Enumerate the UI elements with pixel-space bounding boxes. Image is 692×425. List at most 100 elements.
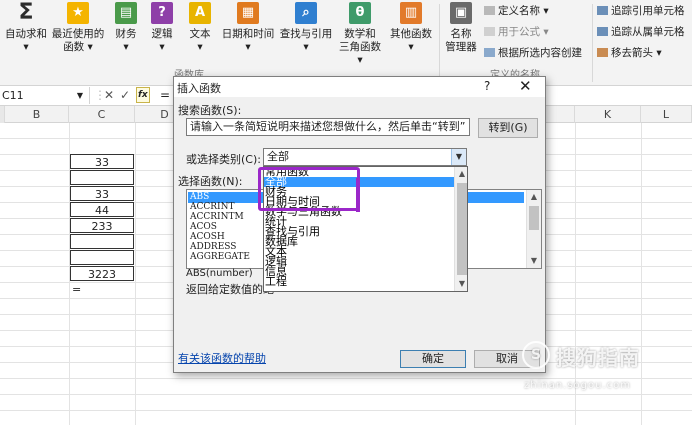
function-list-scrollbar[interactable]: ▲ ▼ (526, 190, 541, 268)
create-from-selection-button[interactable]: 根据所选内容创建 (484, 45, 582, 60)
close-icon[interactable]: ✕ (519, 77, 532, 95)
text-label: 文本 (189, 28, 211, 40)
go-button[interactable]: 转到(G) (478, 118, 538, 138)
formula-icon (484, 27, 495, 36)
search-function-label: 搜索函数(S): (178, 104, 242, 117)
column-header-c[interactable]: C (69, 106, 135, 123)
eraser-icon (597, 48, 608, 57)
cell-c-value[interactable] (70, 250, 134, 265)
enter-check-icon[interactable]: ✓ (120, 88, 130, 102)
math-trig-button[interactable]: θ 数学和 三角函数 ▾ (336, 0, 384, 67)
cell-c-value[interactable]: 3223 (70, 266, 134, 281)
watermark-url: zhinan.sogou.com (524, 380, 632, 391)
cell-c-value[interactable]: 33 (70, 186, 134, 201)
chevron-down-icon[interactable]: ▼ (77, 87, 83, 104)
star-book-icon: ★ (67, 2, 89, 24)
cell-c-value[interactable]: 33 (70, 154, 134, 169)
create-from-selection-label: 根据所选内容创建 (498, 47, 582, 59)
category-option[interactable]: 工程 (264, 276, 454, 287)
function-item[interactable]: ACOSH (190, 232, 225, 242)
financial-sub: ▾ (123, 41, 129, 53)
text-sub: ▾ (197, 41, 203, 53)
cell-c-value[interactable] (70, 170, 134, 185)
scroll-thumb[interactable] (457, 183, 467, 275)
define-name-button[interactable]: 定义名称 ▾ (484, 3, 549, 18)
autosum-button[interactable]: Σ 自动求和 ▾ (3, 0, 49, 54)
scroll-up-icon[interactable]: ▲ (527, 190, 541, 204)
math-book-icon: θ (349, 2, 371, 24)
function-item[interactable]: ACCRINT (190, 202, 234, 212)
logic-book-icon: ? (151, 2, 173, 24)
category-list-scrollbar[interactable]: ▲ ▼ (454, 167, 467, 291)
category-option[interactable]: 信息 (264, 266, 454, 277)
dialog-titlebar[interactable]: 插入函数 ? ✕ (174, 77, 545, 97)
function-item[interactable]: ADDRESS (190, 242, 236, 252)
chevron-down-icon[interactable]: ▼ (451, 149, 466, 165)
search-function-input[interactable]: 请输入一条简短说明来描述您想做什么，然后单击“转到” (186, 118, 470, 136)
more-functions-button[interactable]: ▥ 其他函数 ▾ (388, 0, 434, 54)
active-cell-formula[interactable]: = (72, 282, 92, 297)
financial-label: 财务 (115, 28, 137, 40)
category-value: 全部 (267, 150, 289, 163)
recent-functions-sub: 函数 ▾ (63, 41, 93, 53)
scroll-up-icon[interactable]: ▲ (455, 167, 467, 181)
function-item[interactable]: AGGREGATE (190, 252, 250, 262)
insert-function-icon[interactable]: fx (136, 87, 150, 103)
use-in-formula-label: 用于公式 ▾ (498, 26, 549, 38)
autosum-sub: ▾ (23, 41, 29, 53)
trace-arrow-icon (597, 6, 608, 15)
name-manager-label: 名称 (450, 28, 472, 40)
function-item[interactable]: ACCRINTM (190, 212, 244, 222)
function-item[interactable]: ABS (190, 192, 209, 202)
remove-arrows-button[interactable]: 移去箭头 ▾ (597, 45, 662, 60)
lookup-reference-button[interactable]: ⌕ 查找与引用 ▾ (278, 0, 334, 54)
trace-dependents-button[interactable]: 追踪从属单元格 (597, 24, 685, 39)
category-option[interactable]: 数据库 (264, 236, 454, 247)
remove-arrows-label: 移去箭头 ▾ (611, 47, 662, 59)
name-box[interactable]: C11 ▼ (0, 87, 90, 104)
name-manager-button[interactable]: ▣ 名称 管理器 (442, 0, 480, 54)
column-header-l[interactable]: L (641, 106, 692, 123)
finance-book-icon: ▤ (115, 2, 137, 24)
math-trig-label: 数学和 (344, 28, 376, 40)
help-link[interactable]: 有关该函数的帮助 (178, 350, 266, 366)
name-manager-icon: ▣ (450, 2, 472, 24)
formula-text[interactable]: = (160, 88, 170, 102)
category-select[interactable]: 全部 ▼ (263, 148, 467, 166)
ok-button[interactable]: 确定 (400, 350, 466, 368)
cell-c-value[interactable]: 44 (70, 202, 134, 217)
grid-create-icon (484, 48, 495, 57)
recent-functions-button[interactable]: ★ 最近使用的 函数 ▾ (50, 0, 106, 54)
name-box-value: C11 (2, 89, 24, 102)
cell-c-value[interactable] (70, 234, 134, 249)
financial-button[interactable]: ▤ 财务 ▾ (110, 0, 142, 54)
autosum-label: 自动求和 (5, 28, 47, 40)
grid-line (0, 410, 692, 411)
cell-c-value[interactable]: 233 (70, 218, 134, 233)
help-icon[interactable]: ? (484, 79, 490, 93)
sigma-icon: Σ (18, 0, 34, 25)
use-in-formula-button[interactable]: 用于公式 ▾ (484, 24, 549, 39)
scroll-down-icon[interactable]: ▼ (527, 254, 541, 268)
category-option[interactable]: 逻辑 (264, 256, 454, 267)
name-manager-sub: 管理器 (445, 41, 477, 53)
more-functions-label: 其他函数 (390, 28, 432, 40)
category-option[interactable]: 文本 (264, 246, 454, 257)
function-item[interactable]: ACOS (190, 222, 217, 232)
column-header-b[interactable]: B (5, 106, 69, 123)
column-header-k[interactable]: K (575, 106, 641, 123)
text-button[interactable]: A 文本 ▾ (184, 0, 216, 54)
date-time-sub: ▾ (245, 41, 251, 53)
logical-button[interactable]: ? 逻辑 ▾ (146, 0, 178, 54)
date-time-button[interactable]: ▦ 日期和时间 ▾ (220, 0, 276, 54)
trace-precedents-button[interactable]: 追踪引用单元格 (597, 3, 685, 18)
lookup-book-icon: ⌕ (295, 2, 317, 24)
trace-dependents-icon (597, 27, 608, 36)
ribbon: Σ 自动求和 ▾ ★ 最近使用的 函数 ▾ ▤ 财务 ▾ ? 逻辑 ▾ A 文本… (0, 0, 692, 86)
scroll-thumb[interactable] (529, 206, 539, 230)
annotation-highlight-edge (356, 178, 360, 212)
watermark-name: 搜狗指南 (556, 346, 640, 370)
scroll-down-icon[interactable]: ▼ (455, 277, 467, 291)
define-name-label: 定义名称 ▾ (498, 5, 549, 17)
cancel-x-icon[interactable]: ✕ (104, 88, 114, 102)
